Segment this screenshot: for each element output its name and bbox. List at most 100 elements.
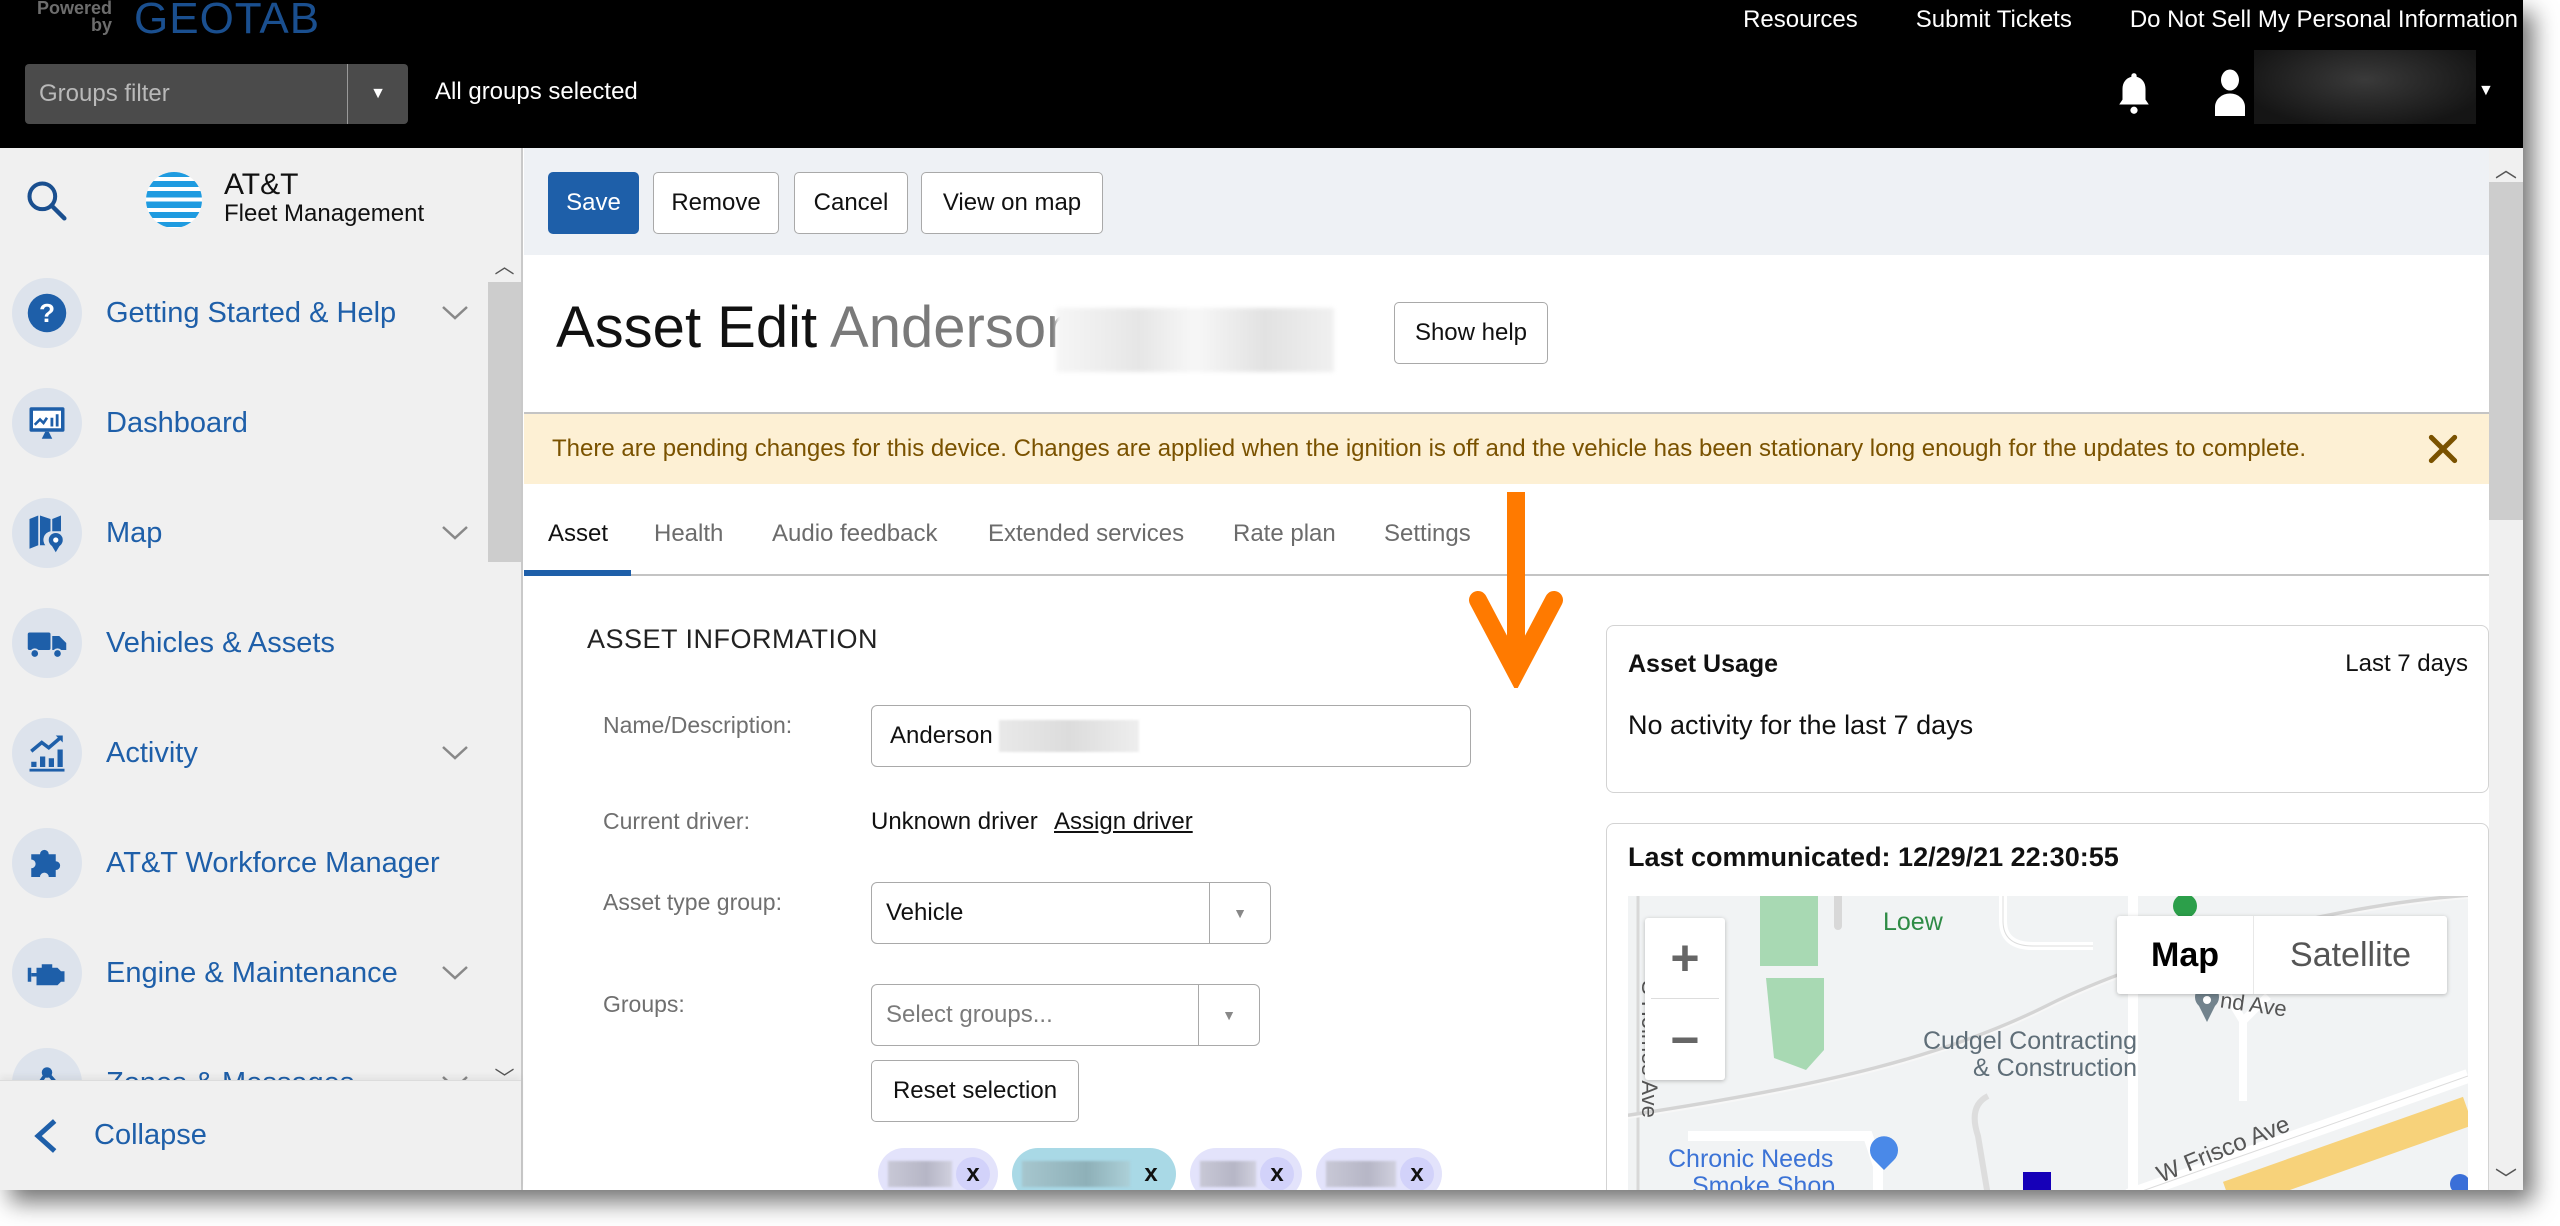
resources-link[interactable]: Resources — [1743, 6, 1858, 34]
brand-line-1: AT&T — [224, 168, 299, 201]
tab-bar: Asset Health Audio feedback Extended ser… — [524, 484, 2489, 576]
asset-type-group-value: Vehicle — [872, 883, 1210, 943]
activity-chart-icon — [12, 718, 82, 788]
sidebar-item-label: Vehicles & Assets — [106, 626, 335, 659]
sidebar-item-map[interactable]: Map — [12, 498, 482, 568]
groups-status: All groups selected — [435, 78, 638, 105]
groups-select-placeholder: Select groups... — [872, 985, 1199, 1045]
remove-chip-icon[interactable]: x — [956, 1157, 990, 1190]
sidebar-item-workforce-manager[interactable]: AT&T Workforce Manager — [12, 828, 482, 898]
location-map[interactable]: Loew Cudgel Contracting & Construction Ch… — [1628, 896, 2468, 1190]
page-title: Asset Edit Anderson — [556, 294, 1078, 361]
zoom-divider — [1651, 998, 1719, 999]
show-help-button[interactable]: Show help — [1394, 302, 1548, 364]
action-toolbar: Save Remove Cancel View on map — [524, 148, 2489, 255]
map-type-map-button[interactable]: Map — [2117, 916, 2254, 994]
sidebar: AT&T Fleet Management ? Getting Started … — [0, 148, 523, 1190]
banner-message: There are pending changes for this devic… — [552, 435, 2307, 462]
last-communicated-label: Last communicated: 12/29/21 22:30:55 — [1628, 842, 2119, 872]
remove-chip-icon[interactable]: x — [1134, 1157, 1168, 1190]
map-label-poi-smoke-shop: Chronic Needs Smoke Shop — [1668, 1145, 1835, 1191]
name-redacted — [998, 720, 1139, 752]
main-scrollbar[interactable]: ︿ ﹀ — [2489, 148, 2523, 1190]
sidebar-item-label: AT&T Workforce Manager — [106, 846, 440, 879]
close-icon[interactable] — [2423, 429, 2463, 469]
sidebar-item-getting-started[interactable]: ? Getting Started & Help — [12, 278, 482, 348]
zoom-in-button[interactable]: + — [1645, 918, 1725, 998]
section-title-asset-information: ASSET INFORMATION — [587, 624, 879, 654]
name-description-input[interactable]: Anderson — [871, 705, 1471, 767]
tab-rate-plan[interactable]: Rate plan — [1233, 520, 1336, 548]
current-driver-label: Current driver: — [603, 808, 750, 834]
user-icon[interactable] — [2212, 68, 2248, 116]
scroll-down-icon[interactable]: ﹀ — [2489, 1162, 2523, 1190]
sidebar-scrollbar[interactable]: ︿ ﹀ — [488, 256, 521, 1090]
bell-icon[interactable] — [2114, 70, 2154, 116]
name-description-value: Anderson — [890, 722, 993, 749]
page-title-main: Asset Edit — [556, 295, 818, 360]
remove-button[interactable]: Remove — [653, 172, 779, 234]
chevron-down-icon[interactable] — [440, 744, 470, 762]
map-type-satellite-button[interactable]: Satellite — [2254, 916, 2447, 994]
chevron-down-icon[interactable]: ▼ — [348, 64, 408, 124]
asset-usage-card: Asset Usage Last 7 days No activity for … — [1606, 625, 2489, 793]
reset-selection-button[interactable]: Reset selection — [871, 1060, 1079, 1122]
poi-line-1: Chronic Needs — [1668, 1145, 1834, 1173]
tab-extended-services[interactable]: Extended services — [988, 520, 1184, 548]
map-type-toggle: Map Satellite — [2117, 916, 2447, 994]
current-driver-value: Unknown driver — [871, 808, 1038, 835]
chevron-down-icon[interactable] — [440, 964, 470, 982]
map-label-poi-contracting: Cudgel Contracting & Construction — [1923, 1028, 2137, 1082]
top-header: Powered by GEOTAB Resources Submit Ticke… — [0, 0, 2523, 148]
scroll-up-icon[interactable]: ︿ — [2489, 152, 2523, 182]
name-description-label: Name/Description: — [603, 712, 793, 738]
tab-settings[interactable]: Settings — [1384, 520, 1471, 548]
collapse-button[interactable]: Collapse — [0, 1080, 521, 1190]
chevron-down-icon[interactable]: ▼ — [1210, 883, 1270, 943]
chevron-down-icon[interactable]: ▼ — [1199, 985, 1259, 1045]
map-zoom-control: + − — [1645, 918, 1725, 1080]
last-communicated-card: Last communicated: 12/29/21 22:30:55 Loe… — [1606, 823, 2489, 1190]
tab-health[interactable]: Health — [654, 520, 723, 548]
poi-line-1: Cudgel Contracting — [1923, 1027, 2138, 1055]
groups-select[interactable]: Select groups... ▼ — [871, 984, 1260, 1046]
remove-chip-icon[interactable]: x — [1400, 1157, 1434, 1190]
remove-chip-icon[interactable]: x — [1260, 1157, 1294, 1190]
search-icon[interactable] — [24, 178, 68, 222]
asset-usage-title: Asset Usage — [1628, 650, 1779, 678]
chevron-down-icon[interactable] — [440, 524, 470, 542]
scroll-up-icon[interactable]: ︿ — [488, 252, 521, 278]
sidebar-item-vehicles-assets[interactable]: Vehicles & Assets — [12, 608, 482, 678]
sidebar-item-dashboard[interactable]: Dashboard — [12, 388, 482, 458]
sidebar-item-engine-maintenance[interactable]: Engine & Maintenance — [12, 938, 482, 1008]
groups-label: Groups: — [603, 991, 685, 1017]
app-window: Powered by GEOTAB Resources Submit Ticke… — [0, 0, 2523, 1190]
sidebar-scroll-thumb[interactable] — [488, 282, 521, 562]
view-on-map-button[interactable]: View on map — [921, 172, 1103, 234]
group-chips: x x x x — [878, 1148, 1442, 1190]
group-chip-label-redacted — [1200, 1161, 1256, 1187]
asset-usage-range: Last 7 days — [2345, 650, 2468, 677]
chevron-left-icon — [34, 1118, 57, 1153]
groups-filter-input[interactable]: Groups filter — [25, 64, 348, 124]
sidebar-item-activity[interactable]: Activity — [12, 718, 482, 788]
tab-asset[interactable]: Asset — [548, 520, 608, 548]
asset-type-group-select[interactable]: Vehicle ▼ — [871, 882, 1271, 944]
chevron-down-icon[interactable] — [440, 304, 470, 322]
asset-name-redacted — [1056, 308, 1334, 372]
assign-driver-link[interactable]: Assign driver — [1054, 808, 1193, 836]
save-button[interactable]: Save — [548, 172, 639, 234]
do-not-sell-link[interactable]: Do Not Sell My Personal Information — [2130, 6, 2518, 34]
user-menu-caret-icon[interactable]: ▼ — [2478, 82, 2494, 100]
submit-tickets-link[interactable]: Submit Tickets — [1916, 6, 2072, 34]
cancel-button[interactable]: Cancel — [794, 172, 908, 234]
tab-audio-feedback[interactable]: Audio feedback — [772, 520, 937, 548]
page-title-asset-name: Anderson — [830, 295, 1079, 360]
zoom-out-button[interactable]: − — [1645, 1000, 1725, 1080]
help-circle-icon: ? — [12, 278, 82, 348]
user-name-redacted[interactable] — [2254, 50, 2476, 124]
groups-filter-dropdown[interactable]: Groups filter ▼ — [25, 64, 408, 124]
main-scroll-thumb[interactable] — [2489, 182, 2523, 520]
geotab-logo: GEOTAB — [134, 0, 321, 43]
sidebar-item-label: Engine & Maintenance — [106, 956, 398, 989]
